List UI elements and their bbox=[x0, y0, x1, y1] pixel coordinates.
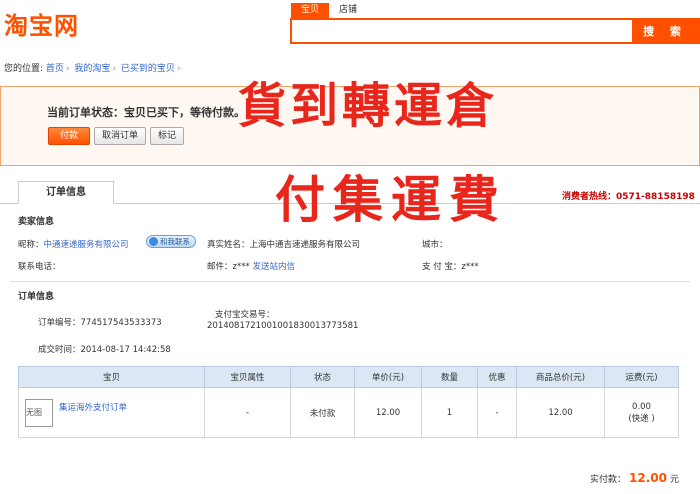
chevron-right-icon: › bbox=[176, 64, 181, 74]
seller-alipay: z*** bbox=[461, 262, 479, 272]
col-header-quantity: 数量 bbox=[421, 366, 478, 388]
col-header-item: 宝贝 bbox=[18, 366, 205, 388]
pay-button[interactable]: 付款 bbox=[48, 127, 90, 145]
total-unit: 元 bbox=[669, 475, 679, 485]
item-shipping-method: (快递 ) bbox=[628, 413, 655, 424]
item-unit-price: 12.00 bbox=[354, 387, 422, 438]
item-discount: - bbox=[477, 387, 517, 438]
seller-realname: 上海中通吉速递服务有限公司 bbox=[249, 240, 361, 250]
seller-section-title: 卖家信息 bbox=[18, 217, 55, 227]
item-cell: 无图 集运海外支付订单 bbox=[18, 387, 205, 438]
mark-button[interactable]: 标记 bbox=[150, 127, 185, 145]
payment-total: 实付款： 12.00 元 bbox=[590, 471, 679, 485]
order-time-label: 成交时间： bbox=[38, 345, 81, 355]
order-time-row: 成交时间：2014-08-17 14:42:58 bbox=[38, 343, 171, 355]
realname-label: 真实姓名： bbox=[207, 240, 250, 250]
chevron-right-icon: › bbox=[112, 64, 117, 74]
breadcrumb-bought-items[interactable]: 已买到的宝贝 bbox=[121, 64, 175, 74]
nickname-label: 昵称： bbox=[18, 240, 44, 250]
total-label: 实付款： bbox=[590, 475, 627, 485]
seller-email: z*** bbox=[232, 262, 253, 272]
order-number-row: 订单编号：774517543533373 bbox=[38, 316, 162, 328]
item-quantity: 1 bbox=[421, 387, 478, 438]
taobao-logo[interactable]: 淘宝网 bbox=[4, 6, 79, 41]
col-header-discount: 优惠 bbox=[477, 366, 517, 388]
col-header-shipping: 运费(元) bbox=[604, 366, 679, 388]
seller-nickname-row: 昵称：中通速递服务有限公司 bbox=[18, 238, 129, 250]
item-name-link[interactable]: 集运海外支付订单 bbox=[59, 401, 127, 413]
item-attributes: - bbox=[204, 387, 291, 438]
send-message-link[interactable]: 发送站内信 bbox=[252, 262, 295, 272]
seller-city-row: 城市： bbox=[422, 238, 448, 250]
table-row: 无图 集运海外支付订单 - 未付款 12.00 1 - 12.00 0.00 (… bbox=[18, 387, 679, 438]
search-tab-items[interactable]: 宝贝 bbox=[291, 3, 330, 18]
overlay-text-line1: 貨到轉運倉 bbox=[238, 78, 499, 134]
item-status: 未付款 bbox=[290, 387, 355, 438]
consumer-hotline: 消费者热线：0571-88158198 bbox=[562, 192, 695, 202]
chat-icon bbox=[149, 237, 158, 246]
search-tabs: 宝贝 店铺 bbox=[291, 3, 367, 18]
search-input[interactable] bbox=[292, 20, 632, 42]
breadcrumb-my-taobao[interactable]: 我的淘宝 bbox=[74, 64, 110, 74]
order-number-label: 订单编号： bbox=[38, 318, 81, 328]
seller-phone-row: 联系电话： bbox=[18, 260, 61, 272]
table-header-row: 宝贝 宝贝属性 状态 单价(元) 数量 优惠 商品总价(元) 运费(元) bbox=[18, 366, 679, 388]
seller-alipay-row: 支 付 宝：z*** bbox=[422, 260, 479, 272]
contact-seller-button[interactable]: 和我联系 bbox=[146, 235, 196, 248]
col-header-unit-price: 单价(元) bbox=[354, 366, 422, 388]
alipay-trade-label: 支付宝交易号： bbox=[215, 310, 275, 320]
item-subtotal: 12.00 bbox=[516, 387, 605, 438]
order-number: 774517543533373 bbox=[80, 318, 162, 328]
item-thumbnail[interactable]: 无图 bbox=[25, 398, 53, 427]
total-amount: 12.00 bbox=[629, 471, 667, 485]
alipay-trade-number: 2014081721001001830013773581 bbox=[207, 321, 359, 331]
breadcrumb-home[interactable]: 首页 bbox=[46, 64, 64, 74]
order-status-text: 当前订单状态：宝贝已买下，等待付款。 bbox=[47, 106, 245, 119]
item-shipping-cell: 0.00 (快递 ) bbox=[604, 387, 679, 438]
status-actions: 付款 取消订单 标记 bbox=[48, 127, 185, 145]
breadcrumb: 您的位置: 首页 › 我的淘宝 › 已买到的宝贝 › bbox=[4, 61, 183, 74]
section-divider bbox=[10, 281, 690, 282]
col-header-subtotal: 商品总价(元) bbox=[516, 366, 605, 388]
seller-nickname-link[interactable]: 中通速递服务有限公司 bbox=[44, 240, 129, 250]
contact-badge-label: 和我联系 bbox=[160, 237, 190, 246]
email-label: 邮件： bbox=[207, 262, 233, 272]
phone-label: 联系电话： bbox=[18, 262, 61, 272]
tab-order-info[interactable]: 订单信息 bbox=[18, 181, 114, 204]
search-button[interactable]: 搜 索 bbox=[632, 20, 698, 42]
item-shipping: 0.00 bbox=[632, 401, 651, 412]
chevron-right-icon: › bbox=[65, 64, 70, 74]
breadcrumb-prefix: 您的位置: bbox=[4, 64, 44, 74]
alipay-label: 支 付 宝： bbox=[422, 262, 462, 272]
order-time: 2014-08-17 14:42:58 bbox=[80, 345, 171, 355]
city-label: 城市： bbox=[422, 240, 448, 250]
search-box: 搜 索 bbox=[290, 18, 700, 44]
order-section-title: 订单信息 bbox=[18, 292, 55, 302]
overlay-text-line2: 付集運費 bbox=[275, 171, 507, 229]
cancel-order-button[interactable]: 取消订单 bbox=[94, 127, 147, 145]
seller-email-row: 邮件：z*** 发送站内信 bbox=[207, 260, 295, 272]
col-header-attributes: 宝贝属性 bbox=[204, 366, 291, 388]
order-items-table: 宝贝 宝贝属性 状态 单价(元) 数量 优惠 商品总价(元) 运费(元) 无图 … bbox=[18, 366, 679, 438]
search-tab-shops[interactable]: 店铺 bbox=[329, 3, 367, 18]
seller-realname-row: 真实姓名：上海中通吉速递服务有限公司 bbox=[207, 238, 360, 250]
col-header-status: 状态 bbox=[290, 366, 355, 388]
